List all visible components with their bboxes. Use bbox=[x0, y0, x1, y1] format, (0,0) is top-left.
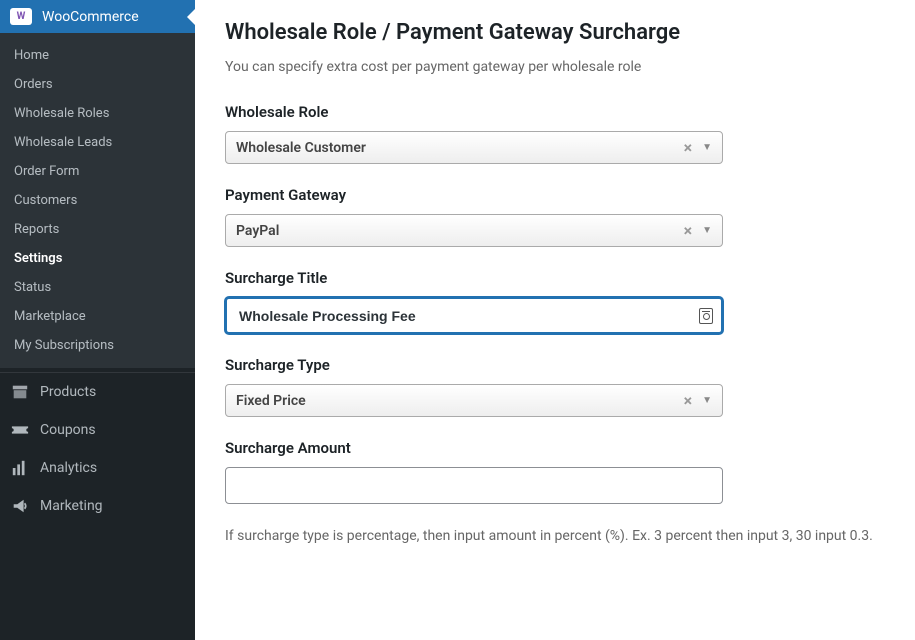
wholesale-role-select[interactable]: Wholesale Customer × ▼ bbox=[225, 131, 723, 164]
surcharge-type-value: Fixed Price bbox=[236, 393, 684, 409]
sidebar-item-home[interactable]: Home bbox=[0, 41, 195, 70]
megaphone-icon bbox=[10, 496, 30, 516]
surcharge-amount-input[interactable] bbox=[225, 467, 723, 504]
chevron-down-icon: ▼ bbox=[702, 142, 712, 153]
menu-item-analytics[interactable]: Analytics bbox=[0, 449, 195, 487]
stats-icon bbox=[10, 458, 30, 478]
sidebar-item-settings[interactable]: Settings bbox=[0, 244, 195, 273]
archive-icon bbox=[10, 382, 30, 402]
clear-icon[interactable]: × bbox=[684, 391, 693, 410]
sidebar-submenu: Home Orders Wholesale Roles Wholesale Le… bbox=[0, 33, 195, 368]
menu-item-coupons[interactable]: Coupons bbox=[0, 411, 195, 449]
menu-item-label: Marketing bbox=[40, 498, 103, 514]
ticket-icon bbox=[10, 420, 30, 440]
field-payment-gateway: Payment Gateway PayPal × ▼ bbox=[225, 186, 885, 247]
woocommerce-icon: W bbox=[10, 8, 32, 25]
payment-gateway-value: PayPal bbox=[236, 223, 684, 239]
surcharge-amount-help: If surcharge type is percentage, then in… bbox=[225, 526, 905, 547]
sidebar: W WooCommerce Home Orders Wholesale Role… bbox=[0, 0, 195, 640]
menu-item-label: Coupons bbox=[40, 422, 96, 438]
sidebar-item-marketplace[interactable]: Marketplace bbox=[0, 302, 195, 331]
clear-icon[interactable]: × bbox=[684, 138, 693, 157]
sidebar-item-reports[interactable]: Reports bbox=[0, 215, 195, 244]
sidebar-item-status[interactable]: Status bbox=[0, 273, 195, 302]
field-surcharge-type: Surcharge Type Fixed Price × ▼ bbox=[225, 356, 885, 417]
surcharge-title-input[interactable] bbox=[225, 297, 723, 334]
surcharge-title-label: Surcharge Title bbox=[225, 269, 885, 287]
surcharge-amount-label: Surcharge Amount bbox=[225, 439, 885, 457]
payment-gateway-label: Payment Gateway bbox=[225, 186, 885, 204]
field-surcharge-title: Surcharge Title bbox=[225, 269, 885, 334]
page-title: Wholesale Role / Payment Gateway Surchar… bbox=[225, 20, 885, 45]
menu-item-label: Analytics bbox=[40, 460, 97, 476]
chevron-down-icon: ▼ bbox=[702, 225, 712, 236]
page-description: You can specify extra cost per payment g… bbox=[225, 59, 885, 75]
field-surcharge-amount: Surcharge Amount bbox=[225, 439, 885, 504]
payment-gateway-select[interactable]: PayPal × ▼ bbox=[225, 214, 723, 247]
sidebar-item-order-form[interactable]: Order Form bbox=[0, 157, 195, 186]
menu-item-marketing[interactable]: Marketing bbox=[0, 487, 195, 525]
chevron-down-icon: ▼ bbox=[702, 395, 712, 406]
menu-item-label: Products bbox=[40, 384, 96, 400]
sidebar-item-my-subscriptions[interactable]: My Subscriptions bbox=[0, 331, 195, 360]
content-area: Wholesale Role / Payment Gateway Surchar… bbox=[195, 0, 915, 640]
sidebar-active-woocommerce[interactable]: W WooCommerce bbox=[0, 0, 195, 33]
sidebar-item-wholesale-roles[interactable]: Wholesale Roles bbox=[0, 99, 195, 128]
sidebar-active-label: WooCommerce bbox=[42, 9, 139, 25]
wholesale-role-label: Wholesale Role bbox=[225, 103, 885, 121]
field-wholesale-role: Wholesale Role Wholesale Customer × ▼ bbox=[225, 103, 885, 164]
surcharge-type-label: Surcharge Type bbox=[225, 356, 885, 374]
sidebar-item-wholesale-leads[interactable]: Wholesale Leads bbox=[0, 128, 195, 157]
sidebar-item-customers[interactable]: Customers bbox=[0, 186, 195, 215]
wholesale-role-value: Wholesale Customer bbox=[236, 140, 684, 156]
surcharge-type-select[interactable]: Fixed Price × ▼ bbox=[225, 384, 723, 417]
menu-item-products[interactable]: Products bbox=[0, 373, 195, 411]
clear-icon[interactable]: × bbox=[684, 221, 693, 240]
sidebar-item-orders[interactable]: Orders bbox=[0, 70, 195, 99]
